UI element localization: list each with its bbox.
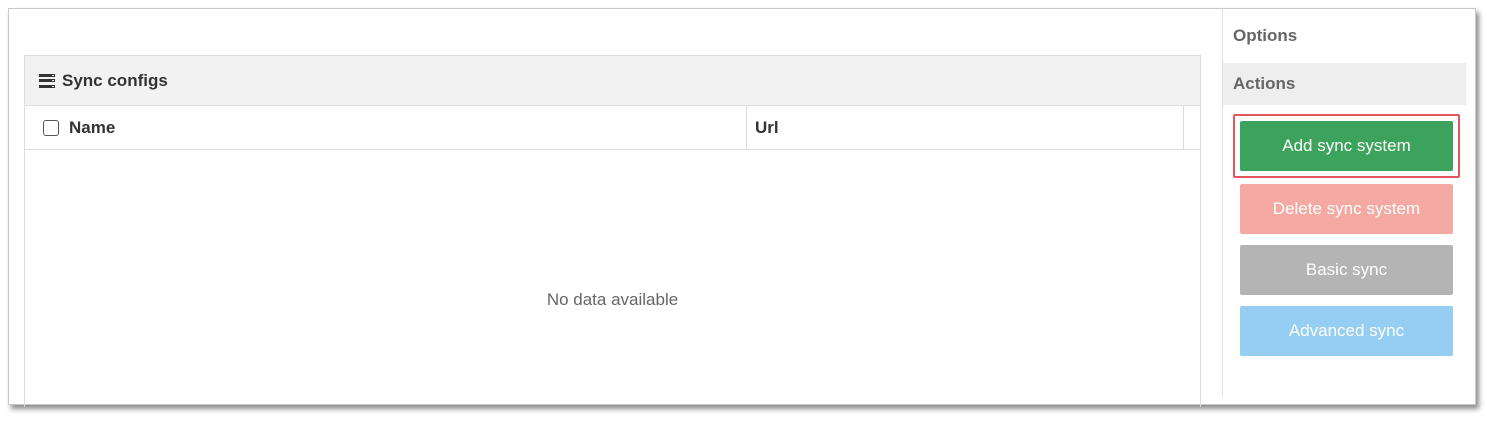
empty-message: No data available xyxy=(546,290,679,309)
select-all-cell xyxy=(25,106,61,149)
select-all-checkbox[interactable] xyxy=(43,119,59,136)
column-header-url[interactable]: Url xyxy=(747,106,1184,149)
delete-sync-system-button[interactable]: Delete sync system xyxy=(1240,184,1453,234)
table-header: Name Url xyxy=(25,106,1200,150)
sync-configs-panel: Sync configs Name Url No data available xyxy=(24,55,1201,407)
options-heading: Options xyxy=(1233,26,1298,45)
table-body: No data available xyxy=(25,150,1200,406)
add-sync-system-button[interactable]: Add sync system xyxy=(1240,121,1453,171)
window-frame: Sync configs Name Url No data available … xyxy=(8,8,1476,407)
scrollbar-gutter xyxy=(1184,106,1200,149)
column-header-name[interactable]: Name xyxy=(61,106,747,149)
advanced-sync-button[interactable]: Advanced sync xyxy=(1240,306,1453,356)
basic-sync-button[interactable]: Basic sync xyxy=(1240,245,1453,295)
panel-header: Sync configs xyxy=(25,56,1200,106)
server-list-icon xyxy=(39,73,55,88)
actions-heading: Actions xyxy=(1223,63,1466,105)
panel-title: Sync configs xyxy=(62,70,168,90)
options-sidebar: Options Actions Add sync system Delete s… xyxy=(1222,9,1466,397)
